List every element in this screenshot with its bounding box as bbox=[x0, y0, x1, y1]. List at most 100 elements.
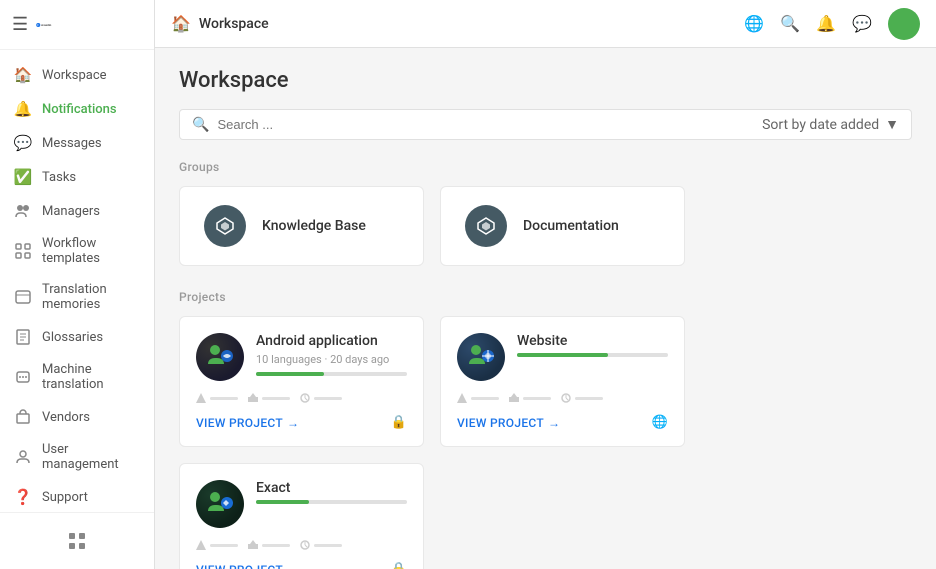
crowdin-logo: crowdin bbox=[36, 16, 54, 34]
sidebar-item-support-label: Support bbox=[42, 490, 88, 505]
website-stats bbox=[457, 393, 668, 403]
android-info: Android application 10 languages · 20 da… bbox=[256, 333, 407, 380]
sidebar-item-notifications[interactable]: 🔔 Notifications bbox=[0, 92, 154, 126]
exact-header: Exact bbox=[196, 480, 407, 528]
knowledge-base-icon bbox=[204, 205, 246, 247]
sidebar-bottom bbox=[0, 512, 154, 569]
sidebar-item-translation[interactable]: Translation memories bbox=[0, 274, 154, 320]
android-meta: 10 languages · 20 days ago bbox=[256, 353, 407, 366]
sidebar-item-messages-label: Messages bbox=[42, 136, 102, 151]
sidebar-item-workspace[interactable]: 🏠 Workspace bbox=[0, 58, 154, 92]
groups-row: Knowledge Base Documentation bbox=[179, 186, 912, 266]
sidebar-item-vendors[interactable]: Vendors bbox=[0, 400, 154, 434]
android-stat-1 bbox=[196, 393, 238, 403]
project-card-android[interactable]: Android application 10 languages · 20 da… bbox=[179, 316, 424, 447]
user-avatar[interactable] bbox=[888, 8, 920, 40]
sort-label: Sort by date added bbox=[762, 117, 879, 133]
project-card-website[interactable]: Website bbox=[440, 316, 685, 447]
sort-controls[interactable]: Sort by date added ▼ bbox=[762, 116, 899, 133]
sidebar-item-tasks-label: Tasks bbox=[42, 170, 76, 185]
hamburger-icon[interactable]: ☰ bbox=[12, 14, 28, 35]
exact-lock-icon: 🔒 bbox=[391, 562, 407, 569]
website-name: Website bbox=[517, 333, 668, 349]
website-stat-2 bbox=[509, 393, 551, 403]
website-footer: VIEW PROJECT → 🌐 bbox=[457, 415, 668, 430]
arrow-right-icon: → bbox=[548, 416, 560, 430]
logo-area[interactable]: ☰ crowdin bbox=[0, 0, 154, 50]
globe-icon[interactable]: 🌐 bbox=[744, 14, 764, 33]
exact-view-link[interactable]: VIEW PROJECT → bbox=[196, 563, 299, 569]
topbar-home-icon: 🏠 bbox=[171, 14, 191, 33]
exact-progress-fill bbox=[256, 500, 309, 504]
sidebar-item-user-mgmt[interactable]: User management bbox=[0, 434, 154, 480]
exact-stat-1 bbox=[196, 540, 238, 550]
android-name: Android application bbox=[256, 333, 407, 349]
website-progress-wrap bbox=[517, 353, 668, 357]
android-view-link[interactable]: VIEW PROJECT → bbox=[196, 416, 299, 430]
sidebar-item-managers[interactable]: Managers bbox=[0, 194, 154, 228]
search-input[interactable] bbox=[217, 117, 754, 132]
user-mgmt-icon bbox=[14, 448, 32, 466]
message-icon[interactable]: 💬 bbox=[852, 14, 872, 33]
arrow-right-icon: → bbox=[287, 563, 299, 569]
topbar-actions: 🌐 🔍 🔔 💬 bbox=[744, 8, 920, 40]
sidebar-item-glossaries[interactable]: Glossaries bbox=[0, 320, 154, 354]
exact-avatar bbox=[196, 480, 244, 528]
website-globe-icon: 🌐 bbox=[652, 415, 668, 430]
support-icon: ❓ bbox=[14, 488, 32, 506]
page-title: Workspace bbox=[179, 68, 912, 93]
sidebar-item-workflow[interactable]: Workflow templates bbox=[0, 228, 154, 274]
website-stat-3 bbox=[561, 393, 603, 403]
sidebar-item-machine[interactable]: Machine translation bbox=[0, 354, 154, 400]
website-avatar bbox=[457, 333, 505, 381]
sidebar: ☰ crowdin 🏠 Workspace 🔔 Notifications 💬 … bbox=[0, 0, 155, 569]
projects-section-label: Projects bbox=[179, 290, 912, 304]
exact-stats bbox=[196, 540, 407, 550]
exact-stat-2 bbox=[248, 540, 290, 550]
sidebar-item-translation-label: Translation memories bbox=[42, 282, 140, 312]
android-stat-2 bbox=[248, 393, 290, 403]
home-icon: 🏠 bbox=[14, 66, 32, 84]
groups-section-label: Groups bbox=[179, 160, 912, 174]
notification-icon[interactable]: 🔔 bbox=[816, 14, 836, 33]
arrow-right-icon: → bbox=[287, 416, 299, 430]
bell-icon: 🔔 bbox=[14, 100, 32, 118]
exact-name: Exact bbox=[256, 480, 407, 496]
topbar-breadcrumb: Workspace bbox=[199, 16, 269, 32]
task-icon: ✅ bbox=[14, 168, 32, 186]
group-card-knowledge-base[interactable]: Knowledge Base bbox=[179, 186, 424, 266]
project-card-exact[interactable]: Exact bbox=[179, 463, 424, 569]
search-bar[interactable]: 🔍 Sort by date added ▼ bbox=[179, 109, 912, 140]
website-view-link[interactable]: VIEW PROJECT → bbox=[457, 416, 560, 430]
sidebar-bottom-icons bbox=[0, 521, 154, 561]
sidebar-item-tasks[interactable]: ✅ Tasks bbox=[0, 160, 154, 194]
svg-text:crowdin: crowdin bbox=[41, 22, 52, 26]
group-card-documentation[interactable]: Documentation bbox=[440, 186, 685, 266]
crowdin-logo-svg: crowdin bbox=[36, 16, 54, 34]
managers-icon bbox=[14, 202, 32, 220]
android-progress-wrap bbox=[256, 372, 407, 376]
sidebar-item-user-mgmt-label: User management bbox=[42, 442, 140, 472]
sidebar-item-support[interactable]: ❓ Support bbox=[0, 480, 154, 512]
android-stats bbox=[196, 393, 407, 403]
projects-row: Android application 10 languages · 20 da… bbox=[179, 316, 912, 569]
sidebar-item-messages[interactable]: 💬 Messages bbox=[0, 126, 154, 160]
grid-icon[interactable] bbox=[67, 531, 87, 551]
website-stat-1 bbox=[457, 393, 499, 403]
machine-icon bbox=[14, 368, 32, 386]
website-header: Website bbox=[457, 333, 668, 381]
chat-icon: 💬 bbox=[14, 134, 32, 152]
android-stat-3 bbox=[300, 393, 342, 403]
exact-stat-3 bbox=[300, 540, 342, 550]
sidebar-item-machine-label: Machine translation bbox=[42, 362, 140, 392]
android-footer: VIEW PROJECT → 🔒 bbox=[196, 415, 407, 430]
exact-progress-wrap bbox=[256, 500, 407, 504]
vendors-icon bbox=[14, 408, 32, 426]
sidebar-item-managers-label: Managers bbox=[42, 204, 100, 219]
sidebar-item-notifications-label: Notifications bbox=[42, 102, 117, 117]
search-input-icon: 🔍 bbox=[192, 117, 209, 133]
main-area: 🏠 Workspace 🌐 🔍 🔔 💬 Workspace 🔍 Sort by … bbox=[155, 0, 936, 569]
website-progress-fill bbox=[517, 353, 608, 357]
content-area: Workspace 🔍 Sort by date added ▼ Groups … bbox=[155, 48, 936, 569]
search-icon[interactable]: 🔍 bbox=[780, 14, 800, 33]
